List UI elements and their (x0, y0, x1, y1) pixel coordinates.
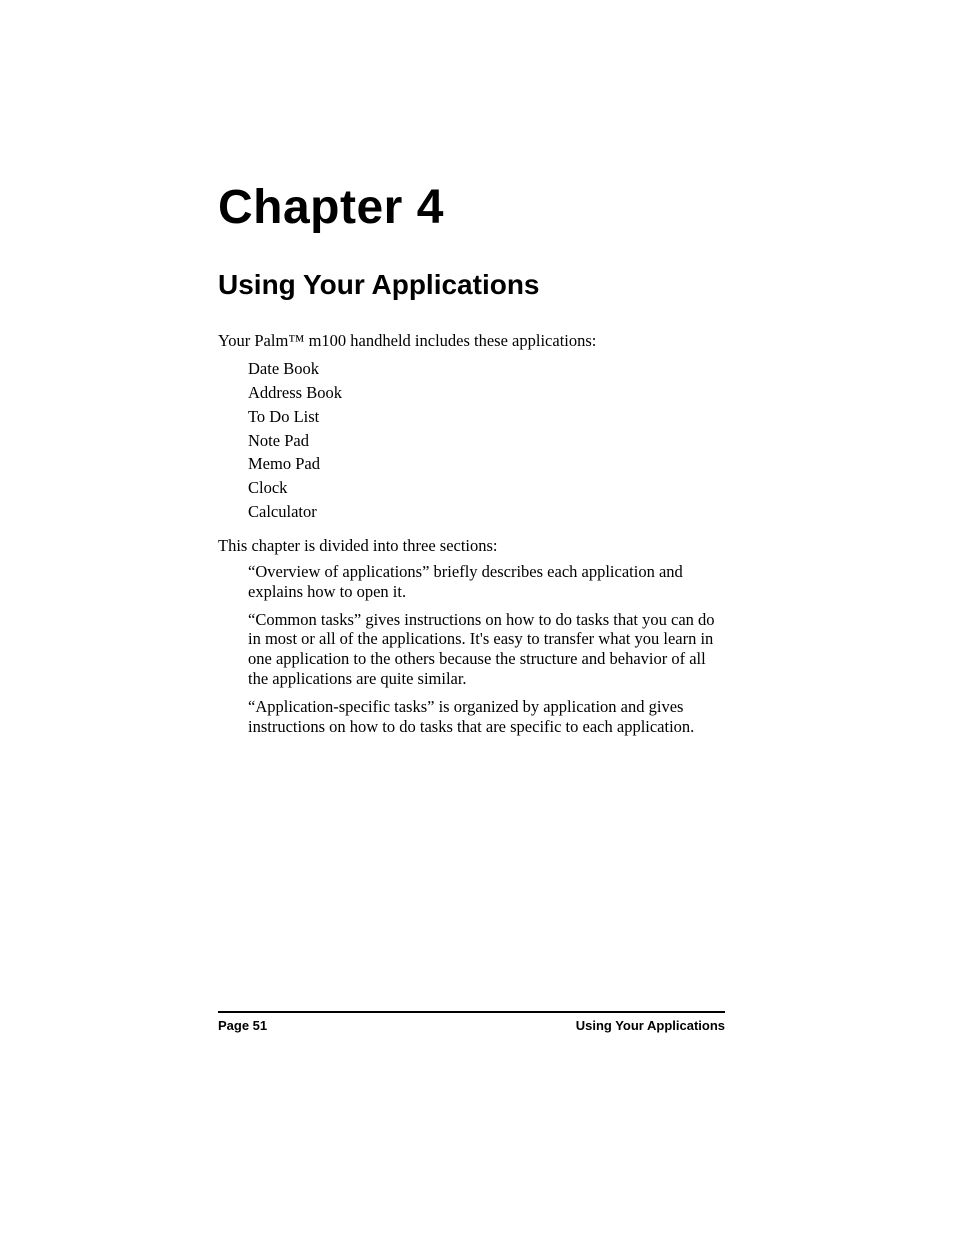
divider-paragraph: This chapter is divided into three secti… (218, 536, 724, 556)
list-item: “Application-specific tasks” is organize… (248, 697, 724, 737)
list-item: Calculator (248, 500, 724, 524)
description-list: “Overview of applications” briefly descr… (218, 562, 724, 736)
footer-section-label: Using Your Applications (576, 1018, 725, 1033)
document-page: Chapter 4 Using Your Applications Your P… (0, 0, 954, 1235)
footer-rule (218, 1011, 725, 1013)
list-item: “Overview of applications” briefly descr… (248, 562, 724, 602)
list-item: Clock (248, 476, 724, 500)
chapter-title: Chapter 4 (218, 180, 724, 235)
application-list: Date Book Address Book To Do List Note P… (218, 357, 724, 524)
list-item: “Common tasks” gives instructions on how… (248, 610, 724, 689)
list-item: Address Book (248, 381, 724, 405)
intro-paragraph: Your Palm™ m100 handheld includes these … (218, 331, 724, 351)
list-item: To Do List (248, 405, 724, 429)
section-title: Using Your Applications (218, 269, 724, 301)
list-item: Note Pad (248, 429, 724, 453)
page-number: Page 51 (218, 1018, 267, 1033)
list-item: Memo Pad (248, 452, 724, 476)
page-footer: Page 51 Using Your Applications (218, 1018, 725, 1033)
list-item: Date Book (248, 357, 724, 381)
